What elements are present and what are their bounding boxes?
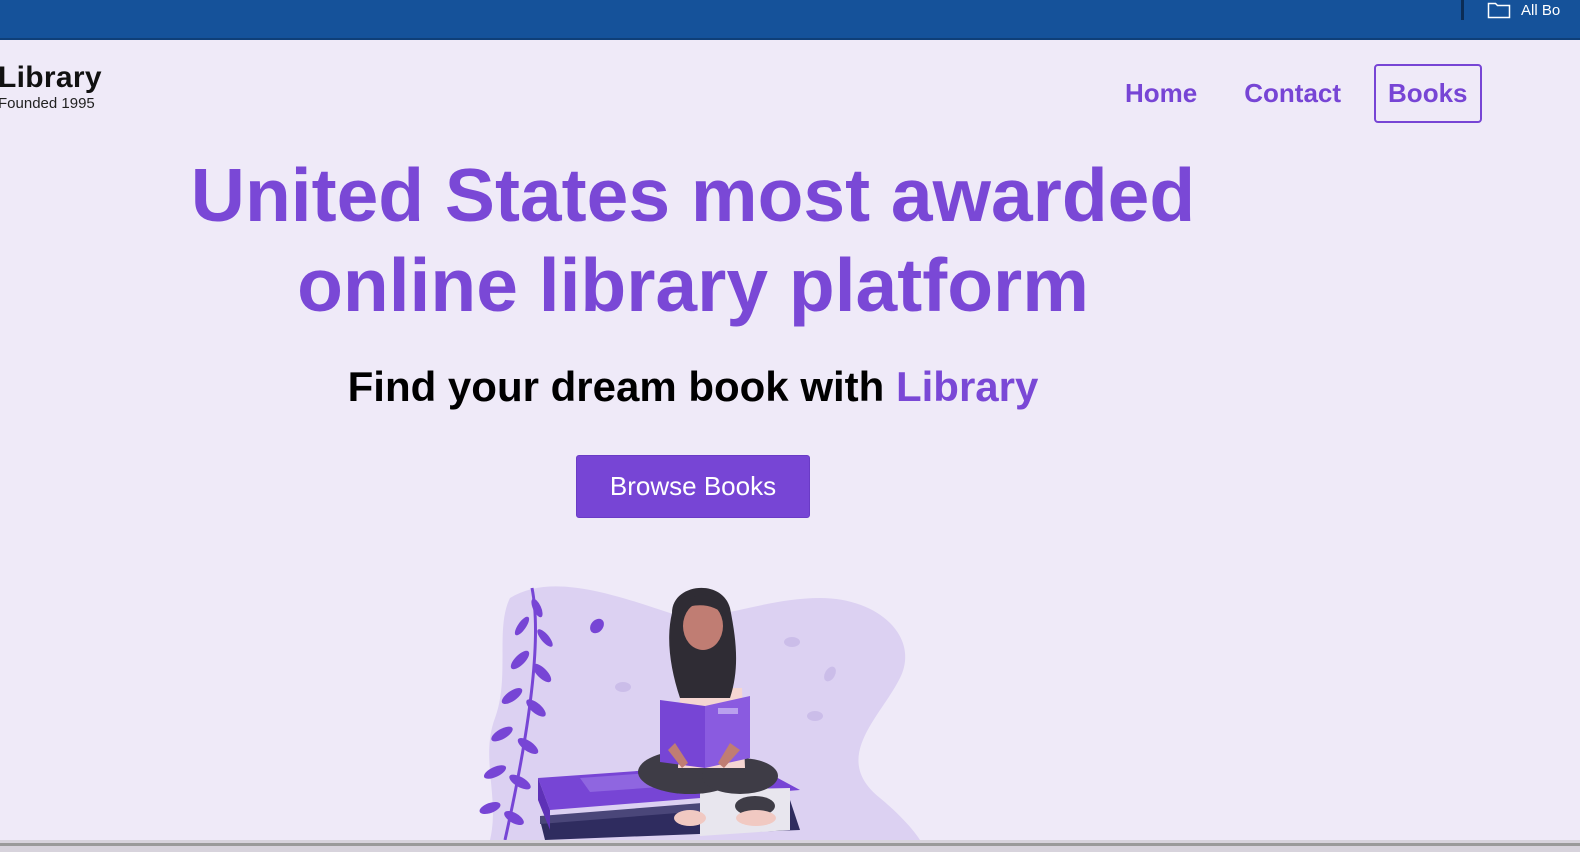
all-bookmarks-label: All Bo (1521, 1, 1561, 19)
hero-title-line-2: online library platform (297, 243, 1089, 327)
site-logo[interactable]: Library Founded 1995 (0, 62, 102, 112)
logo-subtitle: Founded 1995 (0, 95, 95, 112)
hero-subtitle-text: Find your dream book with (347, 363, 896, 410)
hero-title-line-1: United States most awarded (190, 153, 1196, 237)
window-bottom-edge (0, 840, 1580, 852)
hero-title: United States most awarded online librar… (0, 150, 1386, 330)
logo-title: Library (0, 61, 102, 94)
nav-home-link[interactable]: Home (1111, 64, 1211, 123)
nav-books-link[interactable]: Books (1374, 64, 1482, 123)
browse-books-button[interactable]: Browse Books (576, 455, 810, 518)
nav-contact-link[interactable]: Contact (1230, 64, 1355, 123)
hero-subtitle-brand: Library (895, 363, 1039, 410)
folder-icon (1487, 2, 1511, 19)
landing-page: Library Founded 1995 Home Contact Books … (0, 40, 1580, 840)
reading-woman-illustration (479, 586, 920, 840)
hero-subtitle: Find your dream book with Library (0, 362, 1386, 412)
window-bottom-line (0, 843, 1580, 846)
all-bookmarks-button[interactable]: All Bo (1487, 0, 1560, 20)
bookmarks-divider (1461, 0, 1464, 20)
main-nav: Home Contact Books (1111, 64, 1501, 123)
browser-bookmarks-bar: All Bo (0, 0, 1580, 40)
